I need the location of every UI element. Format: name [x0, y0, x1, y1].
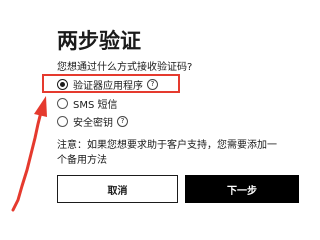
support-note: 注意：如果您想要求助于客户支持，您需要添加一个备用方法 — [57, 140, 277, 166]
help-icon[interactable]: ? — [117, 115, 128, 127]
page-title: 两步验证 — [57, 29, 141, 53]
option-security-key[interactable]: 安全密钥 ? — [57, 113, 128, 129]
next-button[interactable]: 下一步 — [185, 175, 299, 203]
option-sms-label: SMS 短信 — [73, 99, 118, 111]
option-sms[interactable]: SMS 短信 — [57, 95, 118, 111]
two-step-verification-dialog: 两步验证 您想通过什么方式接收验证码? 验证器应用程序 ? SMS 短信 安全密… — [0, 0, 317, 234]
radio-sms[interactable] — [57, 97, 68, 109]
option-security-key-label: 安全密钥 — [73, 117, 113, 129]
verification-method-question: 您想通过什么方式接收验证码? — [57, 62, 193, 73]
cancel-button[interactable]: 取消 — [57, 175, 178, 203]
annotation-highlight-box — [42, 74, 180, 93]
radio-security-key[interactable] — [57, 115, 68, 127]
